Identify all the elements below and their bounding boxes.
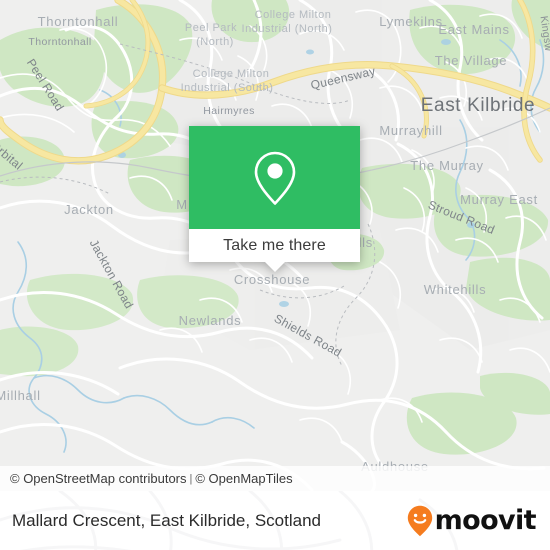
location-popup-card[interactable]: Take me there [189,126,360,272]
map-label-place: Crosshouse [234,272,310,287]
map-label-clipped: M [176,197,188,212]
map-label-place: Newlands [179,313,242,328]
map-label-place: College Milton [255,9,332,21]
map-label-place: Murray East [460,192,538,207]
map-label-place: Murrayhill [379,123,442,138]
map-label-place: East Mains [438,22,509,37]
attribution-osm[interactable]: © OpenStreetMap contributors [10,471,187,486]
map-label-place: Industrial (South) [181,82,274,94]
attribution-openmaptiles[interactable]: © OpenMapTiles [195,471,292,486]
popup-header [189,126,360,229]
map-label-place: Thorntonhall [38,14,119,29]
map-label-place: The Village [435,53,508,68]
popup-pointer [263,261,286,272]
moovit-smiley-pin-icon [407,505,432,536]
map-label-place: Jackton [64,202,114,217]
take-me-there-button[interactable]: Take me there [223,237,326,255]
map-label-place: Thorntonhall [28,36,91,48]
attribution-separator: | [189,472,193,485]
map-label-place: Industrial (North) [242,23,333,35]
map-label-place: (North) [196,36,234,48]
popup-action-bar[interactable]: Take me there [189,229,360,272]
map-label-place: Peel Park [185,22,237,34]
moovit-map-screenshot: Thorntonhall Thorntonhall Peel Park (North)… [0,0,550,550]
moovit-logo[interactable]: moovit [407,505,537,537]
map-canvas[interactable]: Thorntonhall Thorntonhall Peel Park (North)… [0,0,550,491]
map-label-place: Millhall [0,388,41,403]
footer-bar: Mallard Crescent, East Kilbride, Scotlan… [0,491,550,550]
map-label-place: Hairmyres [203,105,254,117]
map-pin-icon [254,151,295,205]
map-label-place: Whitehills [424,282,487,297]
moovit-wordmark: moovit [434,505,537,536]
page-title: Mallard Crescent, East Kilbride, Scotlan… [12,510,321,530]
map-label-place: The Murray [410,158,483,173]
map-label-place: East Kilbride [421,95,535,116]
map-label-place: College Milton [193,68,270,80]
map-label-place: Lymekilns [379,14,443,29]
map-attribution-bar: © OpenStreetMap contributors | © OpenMap… [0,466,550,491]
